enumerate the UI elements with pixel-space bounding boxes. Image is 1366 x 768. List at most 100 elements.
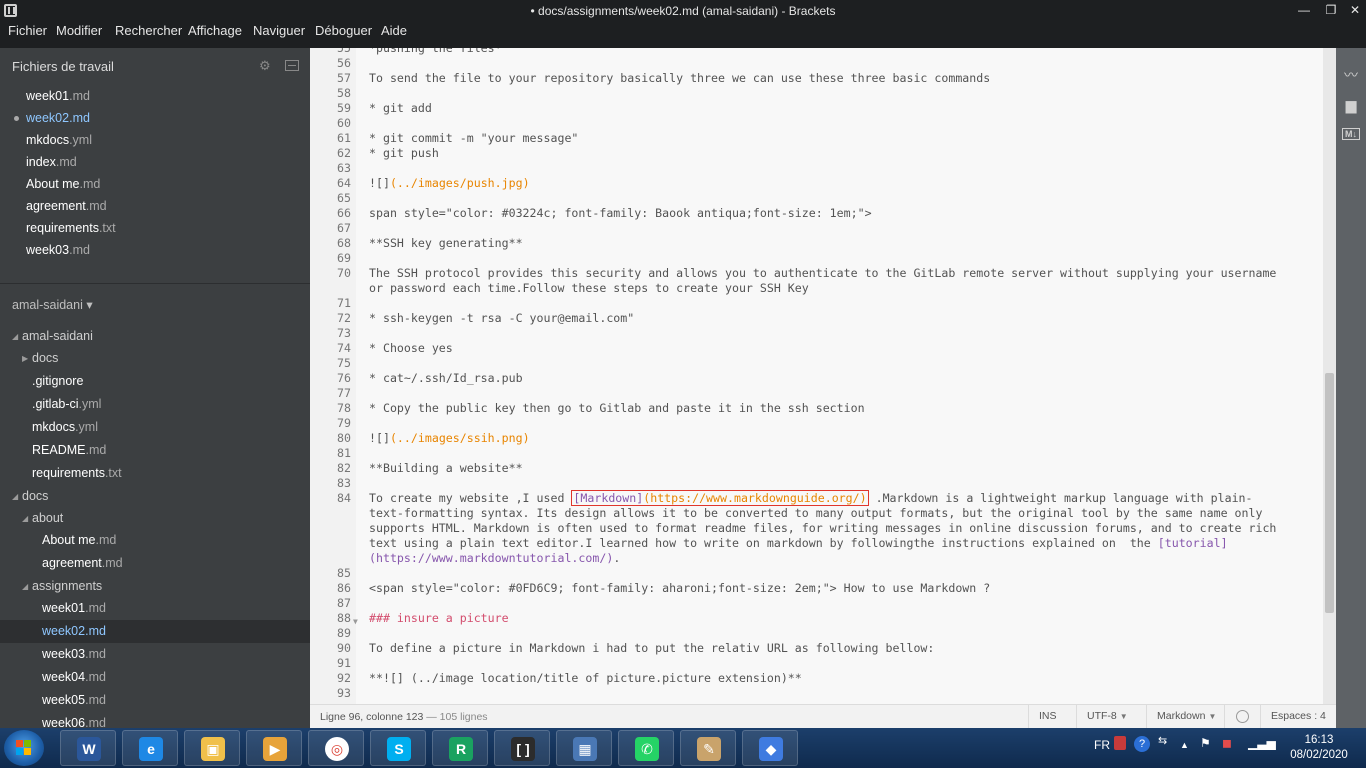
menu-aide[interactable]: Aide: [381, 23, 407, 38]
tree-item-extension: .md: [85, 647, 106, 661]
tree-file[interactable]: week05.md: [42, 693, 106, 713]
taskbar-app-apps[interactable]: ◆: [742, 730, 798, 766]
close-button[interactable]: ✕: [1344, 1, 1366, 19]
show-hidden-icons[interactable]: ▲: [1180, 740, 1189, 750]
taskbar-app-media[interactable]: ▶: [246, 730, 302, 766]
tree-file[interactable]: week06.md: [42, 716, 106, 728]
code-line: 87: [310, 596, 1320, 611]
menu-affichage[interactable]: Affichage: [188, 23, 242, 38]
tree-file[interactable]: .gitlab-ci.yml: [32, 397, 101, 417]
tree-file[interactable]: week04.md: [42, 670, 106, 690]
encoding-select[interactable]: UTF-8 ▼: [1076, 705, 1146, 728]
line-number: 87: [337, 596, 351, 610]
tree-file[interactable]: agreement.md: [42, 556, 123, 576]
line-text: To send the file to your repository basi…: [369, 71, 990, 86]
language-select[interactable]: Markdown ▼: [1146, 705, 1224, 728]
menu-naviguer[interactable]: Naviguer: [253, 23, 305, 38]
signal-icon[interactable]: ▁▃▅: [1248, 736, 1276, 750]
working-file-item[interactable]: index.md: [26, 155, 77, 175]
taskbar-app-word[interactable]: W: [60, 730, 116, 766]
menu-rechercher[interactable]: Rechercher: [115, 23, 182, 38]
indent-setting[interactable]: Espaces : 4: [1260, 705, 1336, 728]
working-file-item[interactable]: requirements.txt: [26, 221, 116, 241]
line-text: To define a picture in Markdown i had to…: [369, 641, 934, 656]
tree-file[interactable]: week03.md: [42, 647, 106, 667]
restore-button[interactable]: ❐: [1320, 1, 1342, 19]
working-file-item[interactable]: week01.md: [26, 89, 90, 109]
tree-file[interactable]: mkdocs.yml: [32, 420, 98, 440]
folder-expanded-icon[interactable]: ◢: [12, 332, 18, 341]
tree-item-name: agreement: [42, 556, 102, 570]
tree-file[interactable]: .gitignore: [32, 374, 83, 394]
text-span: *pushing the files*: [369, 48, 502, 55]
folder-collapsed-icon[interactable]: ▶: [22, 354, 28, 363]
taskbar-app-paint[interactable]: ✎: [680, 730, 736, 766]
menu-modifier[interactable]: Modifier: [56, 23, 102, 38]
tree-file[interactable]: requirements.txt: [32, 466, 122, 486]
start-button[interactable]: [4, 730, 44, 766]
network-tray-icon[interactable]: ⇆: [1158, 734, 1167, 747]
code-line: 75: [310, 356, 1320, 371]
taskbar-app-internet-explorer[interactable]: e: [122, 730, 178, 766]
code-editor[interactable]: 55 *pushing the files* 56 57 To send the fil…: [310, 48, 1336, 704]
text-span: To send the file to your repository basi…: [369, 71, 991, 85]
tree-folder[interactable]: ▶ docs: [22, 351, 58, 371]
line-number: 90: [337, 641, 351, 655]
line-number: 68: [337, 236, 351, 250]
tree-file[interactable]: week01.md: [42, 601, 106, 621]
taskbar-app-skype[interactable]: S: [370, 730, 426, 766]
system-clock[interactable]: 16:13 08/02/2020: [1290, 733, 1348, 763]
taskbar-app-whatsapp[interactable]: ✆: [618, 730, 674, 766]
tree-folder[interactable]: ◢ docs: [12, 489, 48, 509]
code-line: 86 <span style="color: #0FD6C9; font-fami…: [310, 581, 1320, 596]
folder-expanded-icon[interactable]: ◢: [12, 492, 18, 501]
working-file-item[interactable]: week03.md: [26, 243, 90, 263]
tree-item-extension: .md: [85, 670, 106, 684]
taskbar-app-chrome[interactable]: ◎: [308, 730, 364, 766]
flag-tray-icon[interactable]: ⚑: [1200, 736, 1211, 750]
text-span: text-formatting syntax. Its design allow…: [369, 506, 1263, 520]
live-preview-icon[interactable]: 〰: [1342, 68, 1360, 82]
scrollbar-thumb[interactable]: [1325, 373, 1334, 613]
taskbar-app-explorer[interactable]: ▣: [184, 730, 240, 766]
tree-file[interactable]: week02.md: [42, 624, 106, 644]
menu-deboguer[interactable]: Déboguer: [315, 23, 372, 38]
gear-icon[interactable]: ⚙: [259, 59, 273, 73]
tree-file[interactable]: README.md: [32, 443, 106, 463]
security-tray-icon[interactable]: ◼: [1222, 736, 1232, 750]
help-icon[interactable]: ?: [1134, 736, 1150, 752]
project-dropdown[interactable]: amal-saidani ▾: [12, 297, 93, 312]
line-number: 60: [337, 116, 351, 130]
sidebar-divider: [0, 283, 310, 284]
folder-expanded-icon[interactable]: ◢: [22, 514, 28, 523]
line-text: ### insure a picture: [369, 611, 509, 626]
folder-expanded-icon[interactable]: ◢: [22, 582, 28, 591]
tree-folder[interactable]: ◢ assignments: [22, 579, 102, 599]
working-file-item[interactable]: week02.md: [14, 111, 90, 131]
markdown-preview-icon[interactable]: M↓: [1342, 128, 1360, 140]
minimize-button[interactable]: —: [1293, 1, 1315, 19]
pdf-tray-icon[interactable]: [1114, 736, 1126, 750]
editor-scrollbar[interactable]: [1323, 48, 1336, 704]
language-indicator[interactable]: FR: [1094, 738, 1110, 752]
taskbar-app-desktop[interactable]: ▦: [556, 730, 612, 766]
tree-item-extension: .md: [85, 716, 106, 728]
file-name: requirements: [26, 221, 99, 235]
line-number: 89: [337, 626, 351, 640]
file-extension: .md: [69, 243, 90, 257]
split-view-icon[interactable]: [285, 60, 299, 71]
line-number: 76: [337, 371, 351, 385]
tree-folder[interactable]: ◢ amal-saidani: [12, 329, 93, 349]
menu-fichier[interactable]: Fichier: [8, 23, 47, 38]
tree-file[interactable]: About me.md: [42, 533, 116, 553]
working-file-item[interactable]: mkdocs.yml: [26, 133, 92, 153]
line-text: ![](../images/ssih.png): [369, 431, 530, 446]
working-file-item[interactable]: About me.md: [26, 177, 100, 197]
working-file-item[interactable]: agreement.md: [26, 199, 107, 219]
taskbar-app-brackets[interactable]: [ ]: [494, 730, 550, 766]
taskbar-app-rec[interactable]: R: [432, 730, 488, 766]
line-number: 86: [337, 581, 351, 595]
extension-manager-icon[interactable]: ▆: [1342, 98, 1360, 112]
tree-item-name: .gitlab-ci: [32, 397, 79, 411]
tree-folder[interactable]: ◢ about: [22, 511, 63, 531]
